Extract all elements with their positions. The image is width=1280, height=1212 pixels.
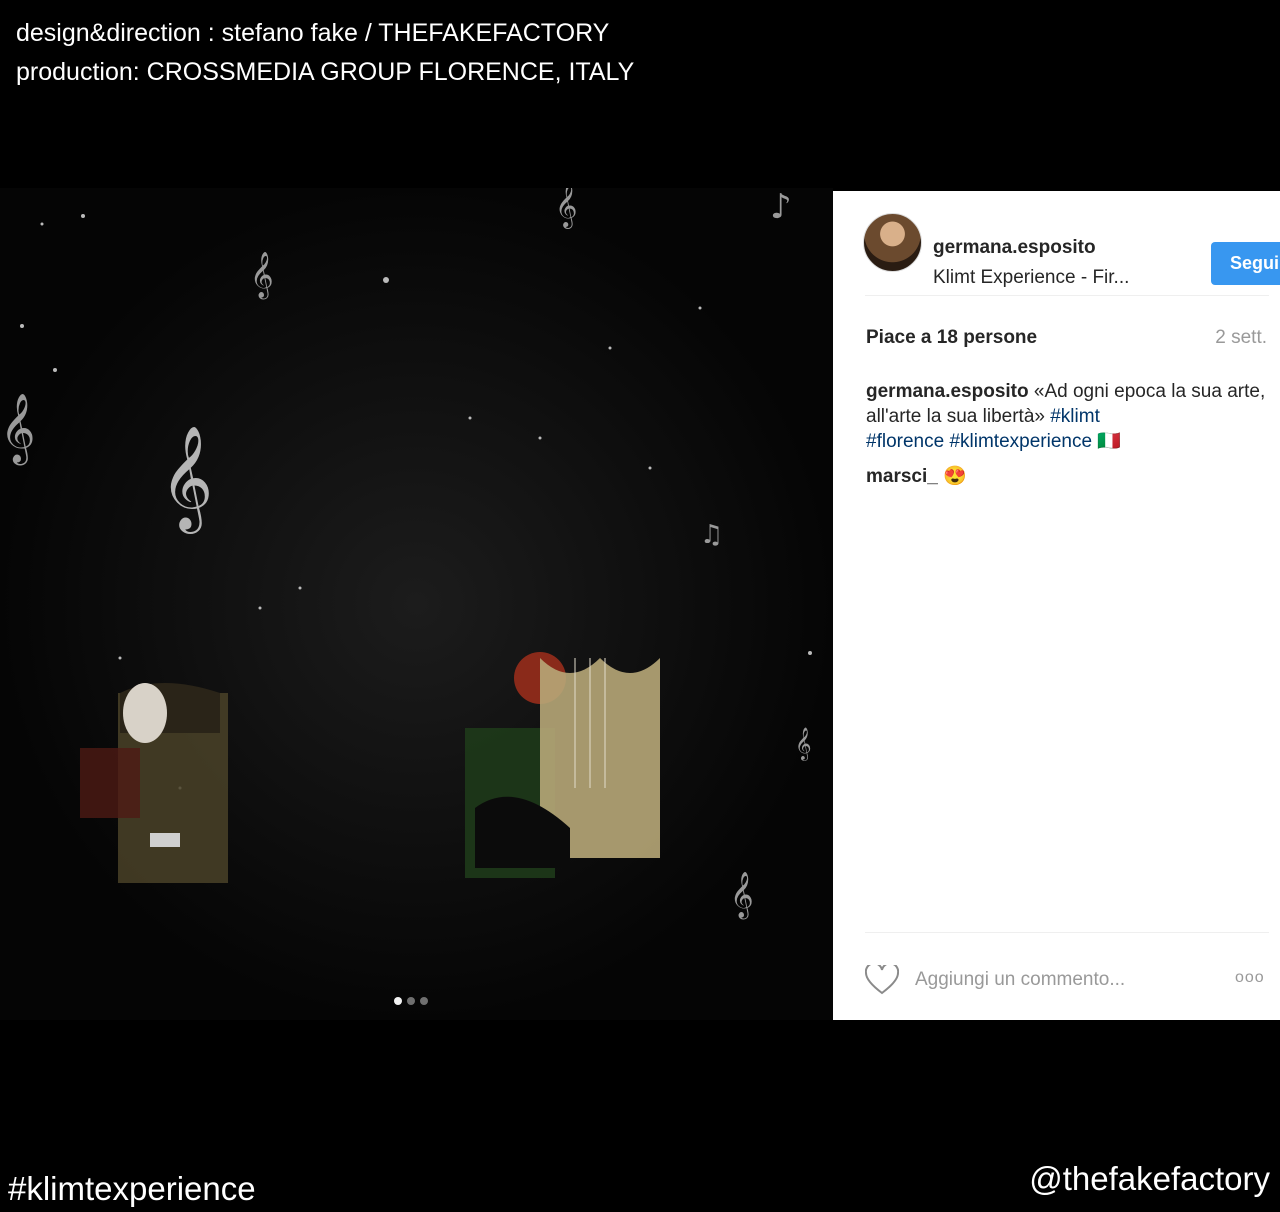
- hashtag-link[interactable]: #klimtexperience: [949, 431, 1092, 452]
- hashtag-link[interactable]: #klimt: [1050, 406, 1100, 427]
- comment: marsci_ 😍: [866, 464, 967, 488]
- svg-text:𝄞: 𝄞: [250, 252, 274, 300]
- likes-count[interactable]: Piace a 18 persone: [866, 327, 1037, 349]
- footer-hashtag: #klimtexperience: [8, 1170, 256, 1207]
- svg-text:𝄞: 𝄞: [555, 188, 577, 229]
- avatar[interactable]: [863, 213, 922, 272]
- post-caption: germana.esposito «Ad ogni epoca la sua a…: [866, 379, 1271, 454]
- caption-glyph: 🇮🇹: [1097, 431, 1121, 452]
- follow-button[interactable]: Segui: [1211, 242, 1280, 285]
- heart-icon[interactable]: [864, 962, 900, 1000]
- footer-handle: @thefakefactory: [1029, 1160, 1270, 1197]
- hashtag-link[interactable]: #florence: [866, 431, 944, 452]
- more-icon[interactable]: ooo: [1235, 969, 1265, 987]
- svg-text:𝄞: 𝄞: [795, 727, 812, 761]
- svg-text:♫: ♫: [700, 520, 723, 550]
- post-header: germana.esposito Klimt Experience - Fir.…: [863, 213, 1280, 288]
- credits-production: production: CROSSMEDIA GROUP FLORENCE, I…: [16, 58, 635, 86]
- carousel-dot[interactable]: [420, 997, 428, 1005]
- divider: [865, 932, 1269, 933]
- carousel-indicator[interactable]: [394, 997, 428, 1005]
- carousel-dot[interactable]: [407, 997, 415, 1005]
- post-time[interactable]: 2 sett.: [1215, 327, 1267, 349]
- svg-text:♪: ♪: [770, 188, 792, 227]
- comment-username[interactable]: marsci_: [866, 466, 938, 487]
- svg-text:𝄞: 𝄞: [160, 425, 213, 534]
- post-sidebar: germana.esposito Klimt Experience - Fir.…: [833, 191, 1280, 1020]
- caption-username[interactable]: germana.esposito: [866, 381, 1029, 402]
- credits: design&direction : stefano fake / THEFAK…: [16, 14, 634, 92]
- carousel-dot[interactable]: [394, 997, 402, 1005]
- divider: [865, 295, 1269, 296]
- post-location[interactable]: Klimt Experience - Fir...: [933, 267, 1129, 289]
- projection-artwork: 𝄞 𝄞 𝄞 ♪ 𝄞 𝄞 ♫ 𝄞: [0, 188, 833, 1020]
- credits-direction: design&direction : stefano fake / THEFAK…: [16, 19, 610, 47]
- comment-text: 😍: [943, 466, 967, 487]
- post-username[interactable]: germana.esposito: [933, 237, 1096, 259]
- comment-input[interactable]: Aggiungi un commento...: [915, 969, 1125, 991]
- svg-text:𝄞: 𝄞: [730, 872, 754, 920]
- post-photo[interactable]: 𝄞 𝄞 𝄞 ♪ 𝄞 𝄞 ♫ 𝄞: [0, 188, 833, 1020]
- svg-text:𝄞: 𝄞: [0, 393, 35, 465]
